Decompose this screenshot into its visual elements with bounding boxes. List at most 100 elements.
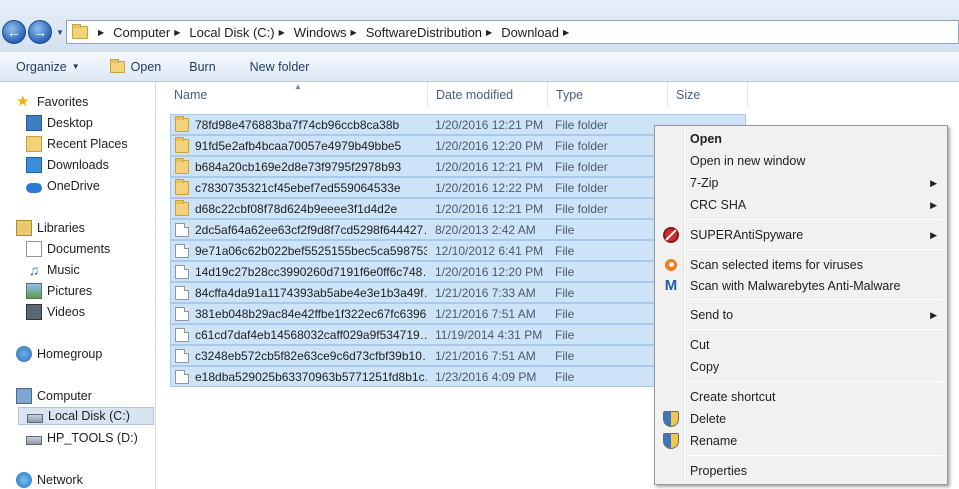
- file-date-modified: 1/20/2016 12:21 PM: [435, 201, 544, 216]
- file-icon: [175, 223, 189, 237]
- uac-shield-icon: [663, 411, 679, 427]
- nav-music[interactable]: ♫ Music: [26, 261, 80, 279]
- nav-libraries[interactable]: Libraries: [16, 219, 85, 237]
- folder-icon: [175, 200, 189, 216]
- file-icon: [175, 349, 189, 363]
- nav-desktop[interactable]: Desktop: [26, 114, 93, 132]
- back-button[interactable]: ←: [2, 20, 26, 44]
- file-name: 2dc5af64a62ee63cf2f9d8f7cd5298f644427…: [195, 222, 427, 237]
- pictures-icon: [26, 283, 42, 299]
- open-button[interactable]: Open: [102, 55, 170, 79]
- recent-pages-dropdown-icon[interactable]: ▼: [56, 28, 64, 37]
- column-header-type[interactable]: Type: [548, 82, 668, 108]
- file-date-modified: 1/20/2016 12:21 PM: [435, 117, 544, 132]
- nav-network[interactable]: Network: [16, 471, 83, 489]
- file-icon: [175, 244, 189, 258]
- libraries-icon: [16, 220, 32, 236]
- folder-icon: [175, 179, 189, 195]
- file-name: c61cd7daf4eb14568032caff029a9f534719…: [195, 327, 427, 342]
- uac-shield-icon: [663, 433, 679, 449]
- file-name: 14d19c27b28cc3990260d7191f6e0ff6c748…: [195, 264, 427, 279]
- column-header-size[interactable]: Size: [668, 82, 748, 108]
- desktop-icon: [26, 115, 42, 131]
- breadcrumb-root-arrow[interactable]: ▶: [94, 28, 111, 37]
- videos-icon: [26, 304, 42, 320]
- menu-separator: [687, 219, 943, 220]
- menu-create-shortcut[interactable]: Create shortcut: [657, 386, 945, 408]
- new-folder-button[interactable]: New folder: [242, 55, 318, 79]
- file-icon: [175, 307, 189, 321]
- nav-downloads[interactable]: Downloads: [26, 156, 109, 174]
- star-icon: ★: [16, 93, 30, 110]
- column-header-date[interactable]: Date modified: [428, 82, 548, 108]
- menu-scan-malwarebytes[interactable]: M Scan with Malwarebytes Anti-Malware: [657, 275, 945, 297]
- file-type: File folder: [555, 117, 608, 132]
- nav-local-disk[interactable]: Local Disk (C:): [18, 407, 154, 425]
- menu-rename[interactable]: Rename: [657, 430, 945, 452]
- file-icon: [175, 286, 189, 300]
- address-bar[interactable]: ▶ Computer ▶ Local Disk (C:) ▶ Windows ▶ So…: [66, 20, 959, 44]
- file-type: File folder: [555, 201, 608, 216]
- menu-crc-sha[interactable]: CRC SHA ▶: [657, 194, 945, 216]
- nav-videos[interactable]: Videos: [26, 303, 85, 321]
- menu-cut[interactable]: Cut: [657, 334, 945, 356]
- file-name: b684a20cb169e2d8e73f9795f2978b93: [195, 159, 402, 174]
- breadcrumb-download[interactable]: Download ▶: [501, 25, 576, 40]
- menu-superantispyware[interactable]: SUPERAntiSpyware ▶: [657, 224, 945, 246]
- breadcrumb-local-disk[interactable]: Local Disk (C:) ▶: [189, 25, 291, 40]
- menu-separator: [687, 381, 943, 382]
- file-type: File folder: [555, 159, 608, 174]
- nav-homegroup[interactable]: Homegroup: [16, 345, 102, 363]
- nav-favorites[interactable]: ★ Favorites: [16, 93, 88, 111]
- file-type: File: [555, 369, 575, 384]
- command-bar: Organize ▼ Open Burn New folder: [0, 52, 959, 82]
- organize-button[interactable]: Organize ▼: [8, 55, 88, 79]
- burn-button[interactable]: Burn: [181, 55, 223, 79]
- forward-button[interactable]: →: [28, 20, 52, 44]
- menu-properties[interactable]: Properties: [657, 460, 945, 482]
- file-name: c3248eb572cb5f82e63ce9c6d73cfbf39b10…: [195, 348, 427, 363]
- file-name: e18dba529025b63370963b5771251fd8b1c…: [195, 369, 427, 384]
- file-name: 9e71a06c62b022bef5525155bec5ca598753…: [195, 243, 427, 258]
- hard-disk-icon: [27, 413, 43, 423]
- file-date-modified: 1/20/2016 12:20 PM: [435, 138, 544, 153]
- sort-ascending-icon: ▲: [294, 82, 302, 91]
- nav-hp-tools[interactable]: HP_TOOLS (D:): [26, 429, 138, 447]
- file-icon: [175, 328, 189, 342]
- menu-open[interactable]: Open: [657, 128, 945, 150]
- menu-delete[interactable]: Delete: [657, 408, 945, 430]
- breadcrumb-windows[interactable]: Windows ▶: [294, 25, 364, 40]
- file-type: File folder: [555, 180, 608, 195]
- menu-separator: [687, 455, 943, 456]
- navigation-pane: ★ Favorites Desktop Recent Places Downloa…: [0, 82, 156, 489]
- file-type: File: [555, 306, 575, 321]
- drive-icon: [26, 435, 42, 445]
- nav-documents[interactable]: Documents: [26, 240, 110, 258]
- nav-recent-places[interactable]: Recent Places: [26, 135, 128, 153]
- menu-copy[interactable]: Copy: [657, 356, 945, 378]
- file-name: 381eb048b29ac84e42ffbe1f322ec67fc6396…: [195, 306, 427, 321]
- menu-separator: [687, 249, 943, 250]
- file-type: File: [555, 243, 575, 258]
- context-menu: Open Open in new window 7-Zip ▶ CRC SHA ▶ …: [654, 125, 948, 485]
- breadcrumb-computer[interactable]: Computer ▶: [113, 25, 187, 40]
- file-type: File: [555, 264, 575, 279]
- nav-pictures[interactable]: Pictures: [26, 282, 92, 300]
- chevron-down-icon: ▼: [71, 62, 80, 71]
- folder-icon: [109, 58, 125, 73]
- folder-icon: [175, 137, 189, 153]
- nav-computer[interactable]: Computer: [16, 387, 92, 405]
- file-icon: [175, 370, 189, 384]
- file-name: 78fd98e476883ba7f74cb96ccb8ca38b: [195, 117, 400, 132]
- menu-send-to[interactable]: Send to ▶: [657, 304, 945, 326]
- file-date-modified: 1/21/2016 7:51 AM: [435, 306, 536, 321]
- breadcrumb-softwaredistribution[interactable]: SoftwareDistribution ▶: [366, 25, 499, 40]
- menu-open-new-window[interactable]: Open in new window: [657, 150, 945, 172]
- music-icon: ♫: [28, 262, 40, 278]
- nav-onedrive[interactable]: OneDrive: [26, 177, 100, 195]
- homegroup-icon: [16, 346, 32, 362]
- submenu-arrow-icon: ▶: [930, 229, 937, 240]
- malwarebytes-icon: M: [664, 277, 678, 294]
- menu-7zip[interactable]: 7-Zip ▶: [657, 172, 945, 194]
- menu-scan-viruses[interactable]: Scan selected items for viruses: [657, 254, 945, 276]
